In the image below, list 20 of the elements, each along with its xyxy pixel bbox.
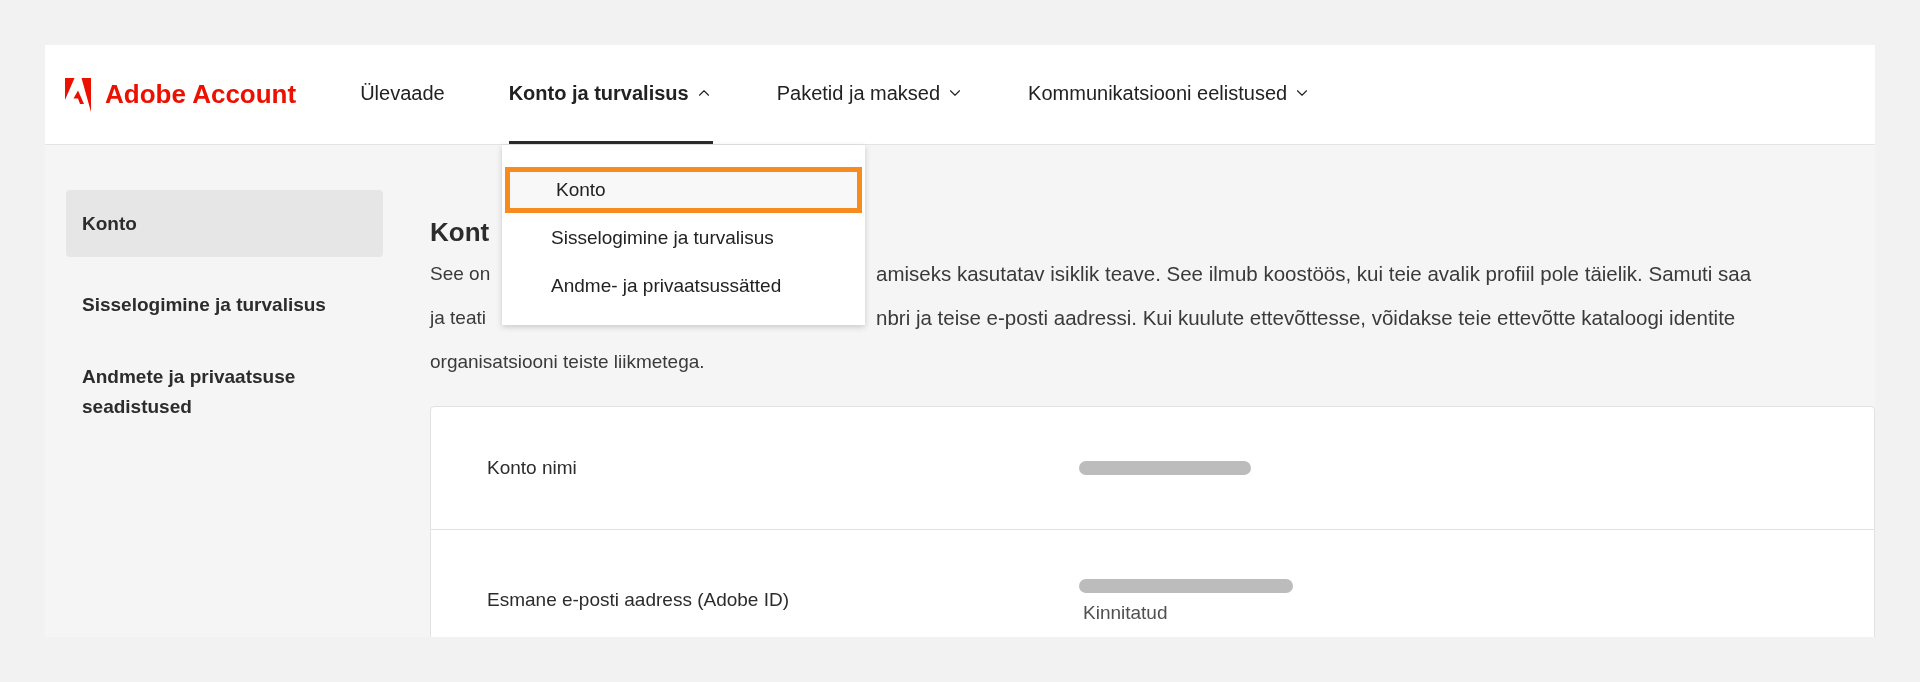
nav-tab[interactable]: Ülevaade [360,45,445,144]
description-text: organisatsiooni teiste liikmetega. [430,350,705,372]
sidebar-item[interactable]: Konto [66,190,383,257]
nav-tab[interactable]: Paketid ja maksed [776,45,965,144]
section-heading: Kont [430,217,490,247]
field-label: Konto nimi [486,455,578,480]
status-text: Kinnitatud [1082,603,1169,622]
menu-item[interactable]: Andme- ja privaatsussätted [505,263,862,309]
menu-item[interactable]: Konto [505,167,862,213]
description-text: amiseks kasutatav isiklik teave. See ilmub koostöös, kui teie avalik profiil pole täielik. Samuti saa [876,260,1752,287]
brand-name: Adobe Account [105,78,297,111]
sidebar-item[interactable]: Andmete ja privaatsuse seadistused [66,352,383,432]
description-text: See on [430,262,491,284]
logo-icon [65,77,91,112]
sidebar-item[interactable]: Sisselogimine ja turvalisus [66,271,383,338]
menu-item[interactable]: Sisselogimine ja turvalisus [505,215,862,261]
description-text: nbri ja teise e-posti aadressi. Kui kuulute ettevõttesse, võidakse teie ettevõtte kataloogi identite [876,304,1736,331]
field-label: Esmane e-posti aadress (Adobe ID) [486,588,791,613]
nav-tab[interactable]: Kommunikatsiooni eelistused [1028,45,1312,144]
description-text: ja teati [430,306,486,328]
